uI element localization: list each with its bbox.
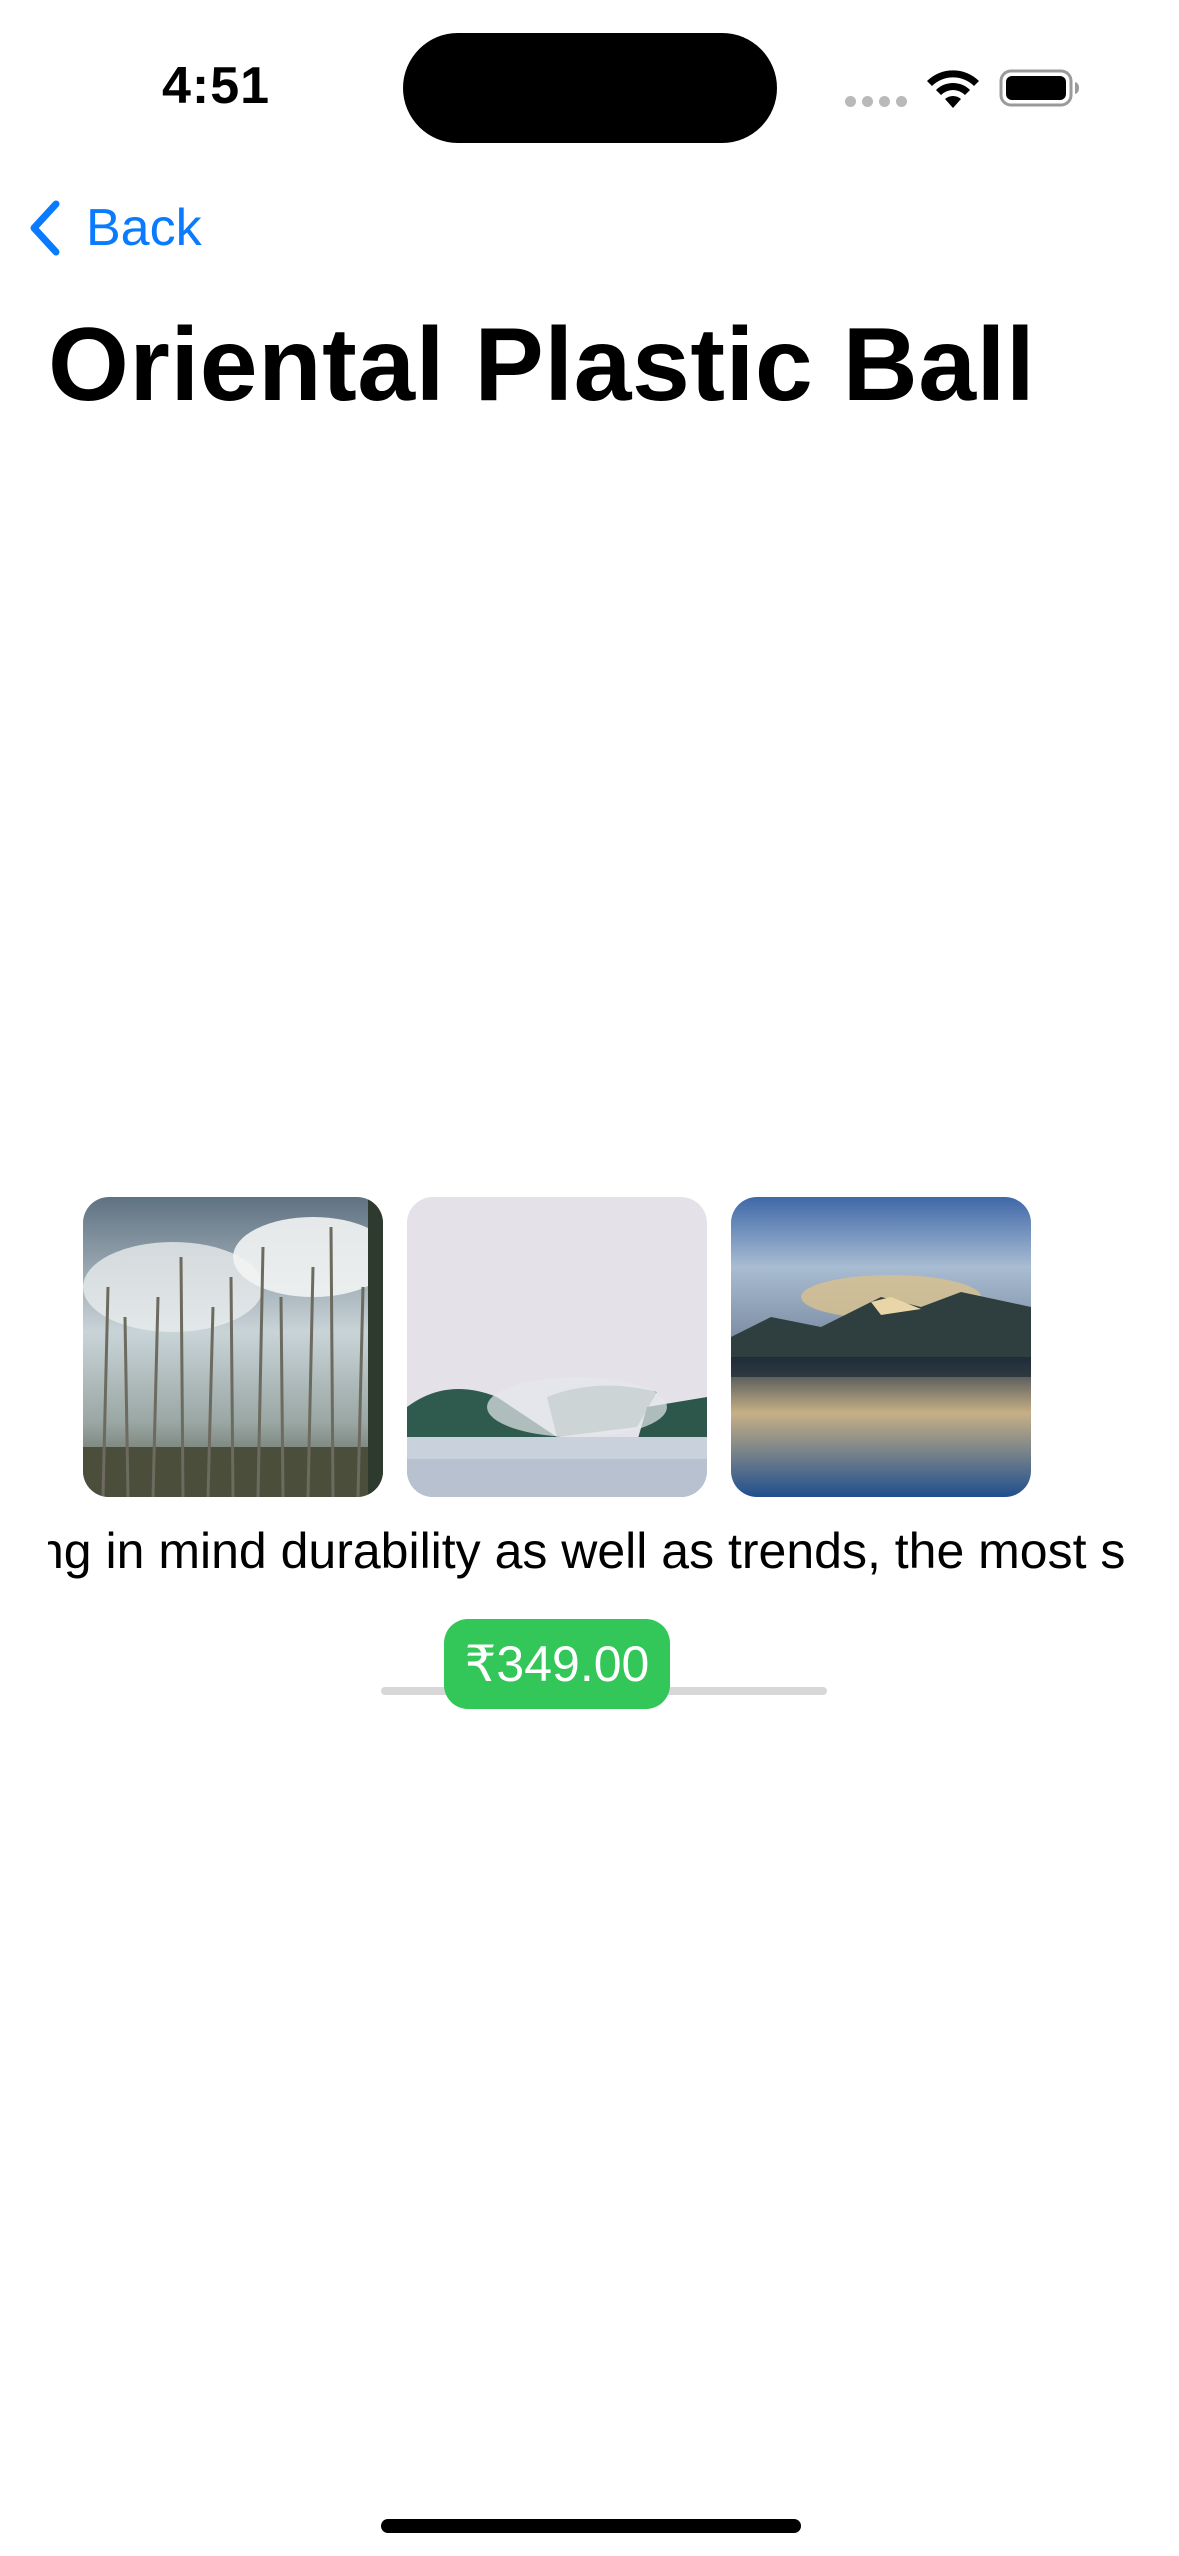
product-description: ng in mind durability as well as trends,… [48, 1510, 1134, 1590]
foggy-lake-photo [407, 1197, 707, 1497]
home-indicator[interactable] [381, 2519, 801, 2533]
page-title: Oriental Plastic Ball [48, 307, 1036, 423]
price-badge[interactable]: ₹349.00 [444, 1619, 670, 1709]
chevron-left-icon [30, 200, 60, 256]
product-image-carousel[interactable] [83, 1197, 1031, 1497]
description-text: ng in mind durability as well as trends,… [48, 1523, 1126, 1579]
back-label: Back [86, 199, 202, 257]
cellular-dots-icon [845, 96, 907, 107]
dynamic-island [403, 33, 777, 143]
product-image-foggy-lake[interactable] [407, 1197, 707, 1497]
back-button[interactable]: Back [24, 196, 202, 260]
status-bar: 4:51 [0, 0, 1179, 160]
forest-photo [83, 1197, 383, 1497]
status-time: 4:51 [162, 57, 271, 115]
mountain-lake-photo [731, 1197, 1031, 1497]
product-image-forest[interactable] [83, 1197, 383, 1497]
product-image-mountain-lake[interactable] [731, 1197, 1031, 1497]
battery-icon [999, 69, 1079, 107]
wifi-icon [927, 70, 979, 108]
